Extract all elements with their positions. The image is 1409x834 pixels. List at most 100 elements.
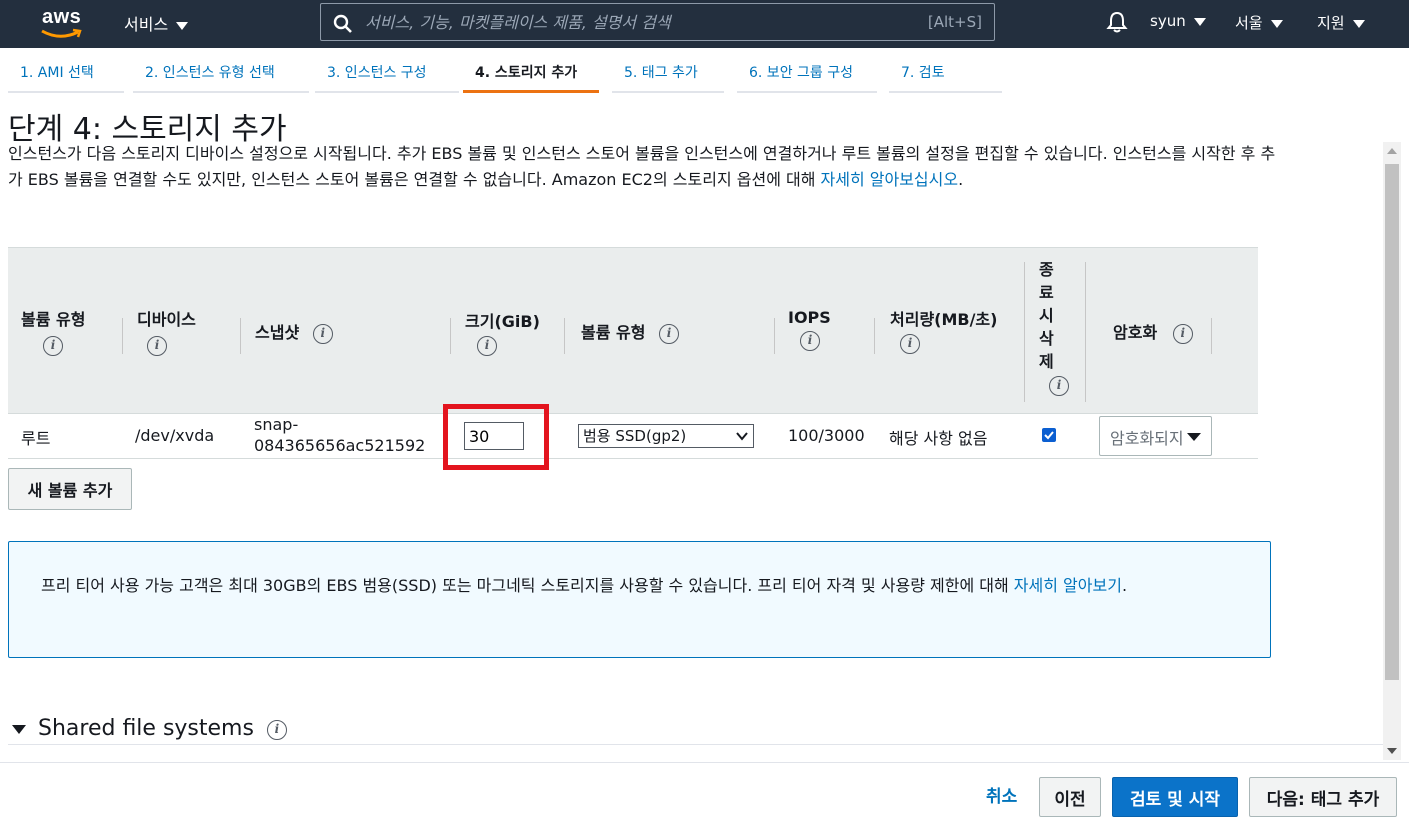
vertical-scrollbar[interactable] [1383,142,1401,760]
next-add-tags-button[interactable]: 다음: 태그 추가 [1249,777,1397,817]
search-box[interactable]: [Alt+S] [320,3,995,41]
chevron-down-icon [1270,19,1283,28]
search-shortcut: [Alt+S] [927,13,982,31]
caret-down-icon [12,724,26,734]
column-separator [774,318,775,354]
header-snapshot: 스냅샷 i [255,319,333,344]
user-menu[interactable]: syun [1150,12,1206,30]
step-label: 1. AMI 선택 [20,65,94,81]
support-menu[interactable]: 지원 [1317,12,1365,33]
header-device: 디바이스 i [137,306,196,356]
info-icon[interactable]: i [312,323,333,344]
scroll-down-icon[interactable] [1387,748,1397,754]
cell-snapshot: snap- 084365656ac521592 [254,414,425,456]
snapshot-id-line2: 084365656ac521592 [254,436,426,455]
step-security-group[interactable]: 6. 보안 그룹 구성 [737,62,877,93]
step-configure[interactable]: 3. 인스턴스 구성 [315,62,459,93]
top-nav: aws 서비스 [Alt+S] syun 서울 지원 [0,0,1409,48]
aws-logo-text: aws [42,6,82,28]
region-label: 서울 [1235,14,1263,32]
column-separator [1024,262,1025,402]
step-label: 4. 스토리지 추가 [475,65,578,81]
info-icon[interactable]: i [1172,323,1193,344]
chevron-down-icon [736,432,748,441]
info-icon[interactable]: i [800,331,820,351]
storage-table: 볼륨 유형 i 디바이스 i 스냅샷 i 크기(GiB) i 볼륨 유형 i I… [8,247,1258,470]
volume-type-select[interactable]: 범용 SSD(gp2) [578,424,754,448]
cell-volume-type: 루트 [21,429,51,448]
info-icon[interactable]: i [659,323,680,344]
header-throughput: 처리량(MB/초) i [890,306,997,354]
header-volume-type: 볼륨 유형 i [21,306,85,356]
volume-type-value: 범용 SSD(gp2) [583,427,687,445]
column-separator [874,318,875,354]
header-delete-on-termination: 종 료 시 삭 제 i [1039,258,1069,396]
column-separator [450,318,451,354]
scroll-thumb[interactable] [1385,164,1399,680]
divider [8,744,1383,745]
step-label: 7. 검토 [901,65,945,81]
info-icon[interactable]: i [147,336,167,356]
add-volume-button[interactable]: 새 볼륨 추가 [8,468,132,510]
header-size: 크기(GiB) i [465,308,540,356]
cell-device: /dev/xvda [135,426,215,445]
description-text: 인스턴스가 다음 스토리지 디바이스 설정으로 시작됩니다. 추가 EBS 볼륨… [8,144,1276,189]
search-input[interactable] [365,8,905,36]
aws-logo[interactable]: aws [40,6,86,40]
bell-icon[interactable] [1106,11,1128,33]
check-icon [1044,431,1054,440]
step-label: 5. 태그 추가 [624,65,698,81]
chevron-down-icon [1193,17,1206,26]
user-label: syun [1150,12,1186,30]
delete-on-termination-checkbox[interactable] [1042,428,1056,442]
free-tier-info-box: 프리 티어 사용 가능 고객은 최대 30GB의 EBS 범용(SSD) 또는 … [8,541,1271,658]
region-menu[interactable]: 서울 [1235,12,1283,33]
services-menu[interactable]: 서비스 [124,11,189,35]
step-ami[interactable]: 1. AMI 선택 [8,62,124,93]
encryption-select[interactable]: 암호화되지 않음 [1099,416,1212,456]
info-icon[interactable]: i [43,336,63,356]
page-description: 인스턴스가 다음 스토리지 디바이스 설정으로 시작됩니다. 추가 EBS 볼륨… [8,141,1283,193]
chevron-down-icon [1352,19,1365,28]
divider [0,762,1409,763]
step-instance-type[interactable]: 2. 인스턴스 유형 선택 [133,62,309,93]
caret-down-icon [1187,433,1201,441]
step-tags[interactable]: 5. 태그 추가 [612,62,724,93]
aws-smile-icon [41,28,82,38]
column-separator [1211,318,1212,354]
column-separator [564,318,565,354]
support-label: 지원 [1317,14,1345,32]
review-and-launch-button[interactable]: 검토 및 시작 [1112,777,1238,817]
description-end: . [958,170,964,189]
wizard-steps: 1. AMI 선택 2. 인스턴스 유형 선택 3. 인스턴스 구성 4. 스토… [8,48,1008,94]
learn-more-link[interactable]: 자세히 알아보십시오 [821,170,959,189]
header-iops: IOPS i [788,308,831,351]
cancel-button[interactable]: 취소 [986,782,1017,807]
info-icon[interactable]: i [900,334,920,354]
highlight-box [443,404,549,470]
search-icon [333,14,352,33]
info-icon[interactable]: i [1049,375,1069,396]
services-label: 서비스 [124,15,169,34]
step-review[interactable]: 7. 검토 [889,62,1002,93]
step-label: 2. 인스턴스 유형 선택 [145,65,275,81]
free-tier-text: 프리 티어 사용 가능 고객은 최대 30GB의 EBS 범용(SSD) 또는 … [41,576,1128,595]
free-tier-learn-more-link[interactable]: 자세히 알아보기 [1014,576,1122,595]
shared-file-systems-toggle[interactable]: Shared file systems i [12,716,287,741]
previous-button[interactable]: 이전 [1039,777,1101,817]
step-storage[interactable]: 4. 스토리지 추가 [463,62,599,93]
info-icon[interactable]: i [477,336,497,356]
table-header: 볼륨 유형 i 디바이스 i 스냅샷 i 크기(GiB) i 볼륨 유형 i I… [8,247,1258,414]
info-icon[interactable]: i [266,720,287,740]
chevron-down-icon [176,21,189,30]
scroll-up-icon[interactable] [1387,148,1397,154]
step-label: 3. 인스턴스 구성 [327,65,427,81]
cell-throughput: 해당 사항 없음 [889,429,988,448]
shared-file-systems-label: Shared file systems [38,716,254,741]
header-encryption: 암호화 i [1113,319,1193,344]
header-volume-kind: 볼륨 유형 i [581,319,680,344]
column-separator [1085,262,1086,402]
column-separator [240,318,241,354]
encryption-value: 암호화되지 않음 [1110,429,1182,448]
cell-iops: 100/3000 [788,426,865,445]
